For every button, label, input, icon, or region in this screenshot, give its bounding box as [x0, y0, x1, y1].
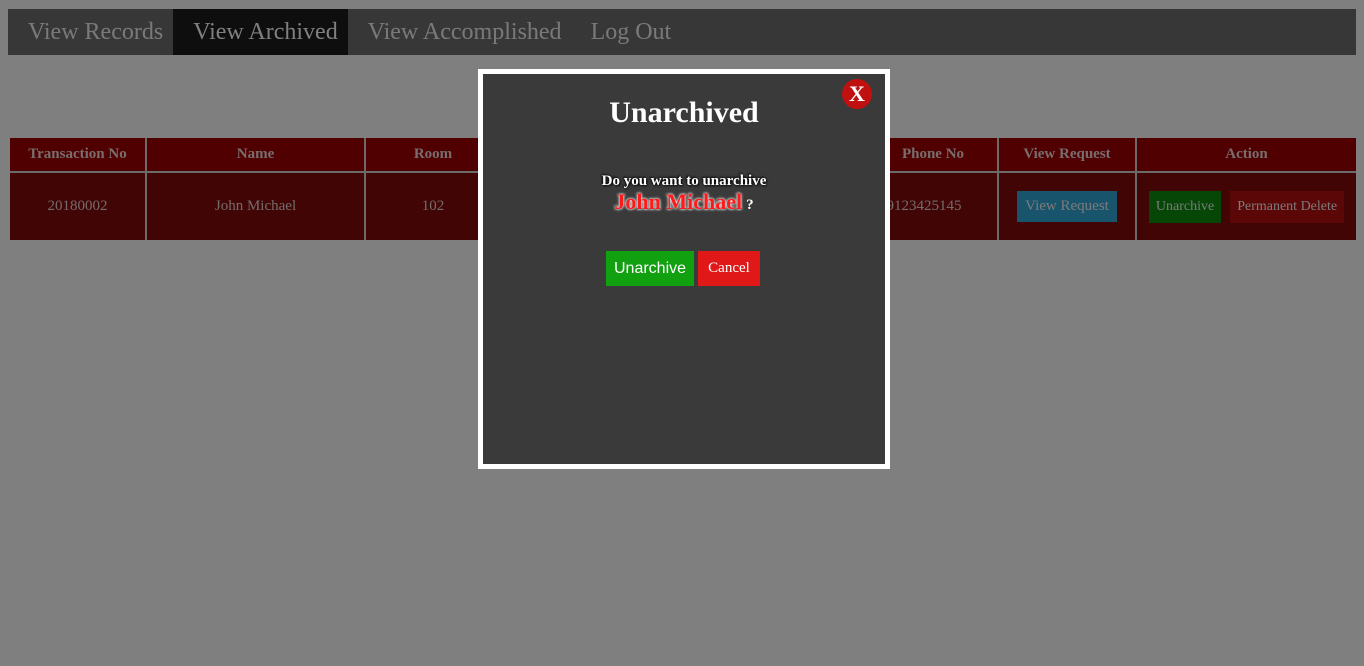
modal-title: Unarchived: [609, 96, 759, 129]
confirm-unarchive-button[interactable]: Unarchive: [606, 251, 694, 286]
modal-target-line: John Michael ?: [483, 189, 885, 215]
modal-question: Do you want to unarchive: [601, 173, 767, 189]
cancel-button[interactable]: Cancel: [698, 251, 760, 286]
unarchive-modal: X Unarchived Do you want to unarchive Jo…: [478, 69, 890, 469]
modal-actions: Unarchive Cancel: [606, 251, 760, 286]
modal-target-name: John Michael: [614, 189, 743, 214]
modal-question-mark: ?: [746, 197, 754, 213]
